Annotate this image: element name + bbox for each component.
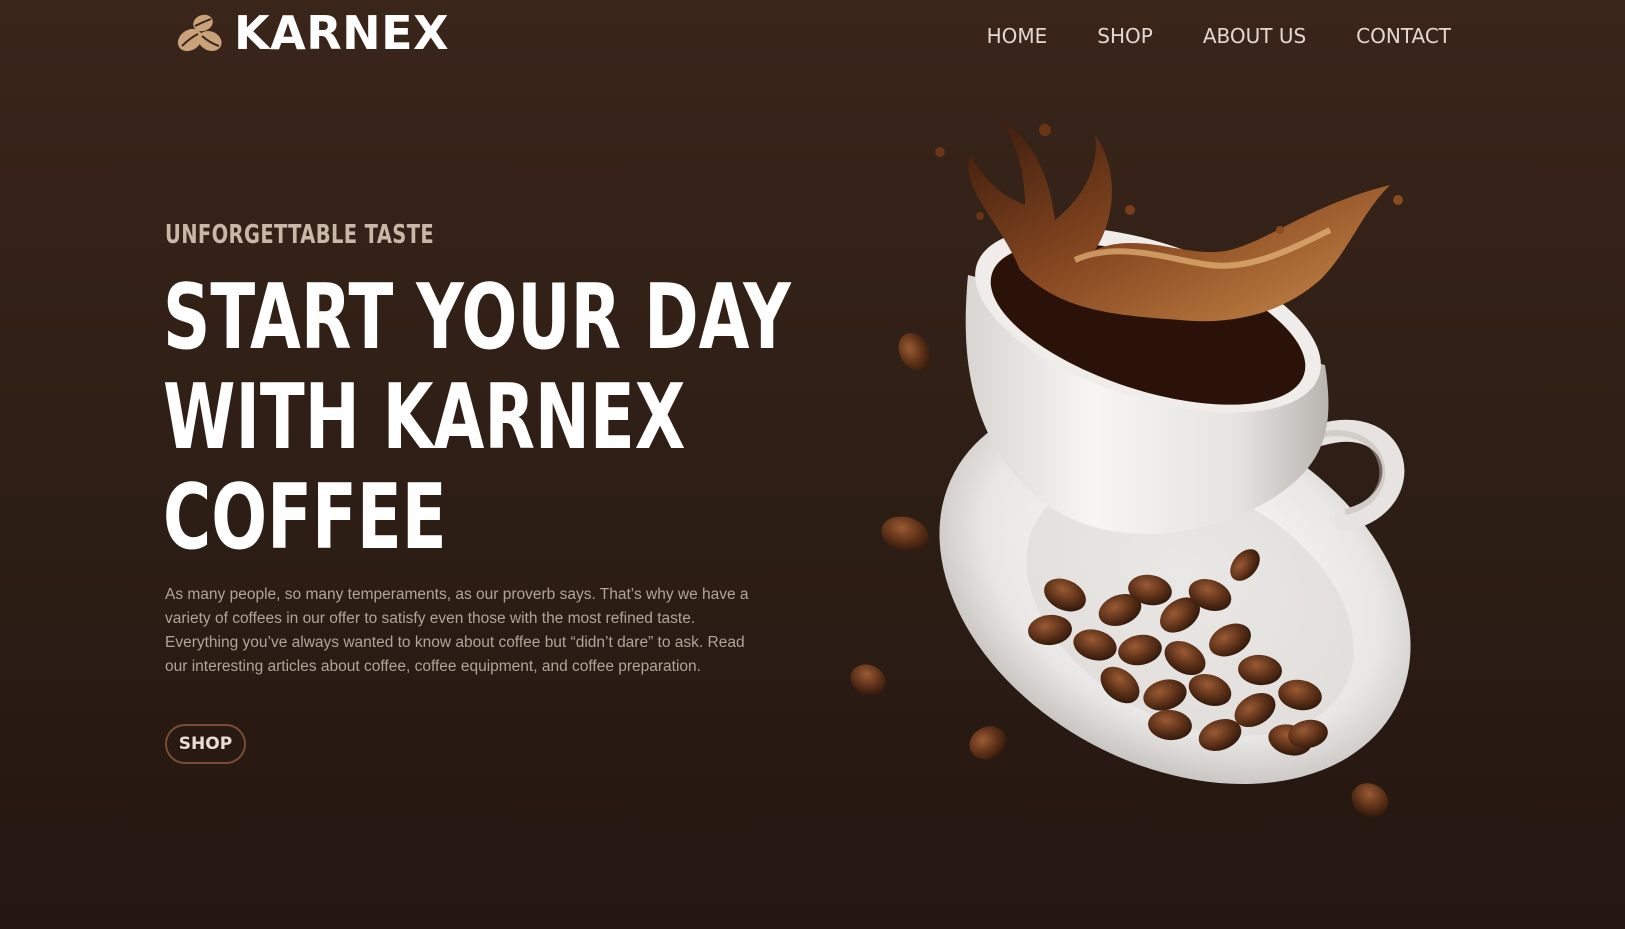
headline-line-1: START YOUR DAY bbox=[163, 265, 791, 370]
nav-home[interactable]: HOME bbox=[987, 22, 1048, 50]
coffee-beans-icon bbox=[177, 14, 222, 52]
main-nav: HOME SHOP ABOUT US CONTACT bbox=[987, 22, 1451, 50]
headline-line-2: WITH KARNEX bbox=[163, 365, 686, 470]
headline-line-3: COFFEE bbox=[163, 465, 447, 570]
site-header: KARNEX HOME SHOP ABOUT US CONTACT bbox=[0, 0, 1625, 75]
hero-eyebrow: UNFORGETTABLE TASTE bbox=[165, 220, 435, 250]
nav-about-us[interactable]: ABOUT US bbox=[1203, 22, 1306, 50]
brand-name: KARNEX bbox=[234, 6, 450, 60]
nav-contact[interactable]: CONTACT bbox=[1356, 22, 1451, 50]
coffee-cup-splash-illustration bbox=[850, 120, 1411, 817]
shop-button[interactable]: SHOP bbox=[165, 724, 246, 764]
brand-logo[interactable]: KARNEX bbox=[174, 8, 449, 58]
nav-shop[interactable]: SHOP bbox=[1097, 22, 1153, 50]
hero-description: As many people, so many temperaments, as… bbox=[165, 586, 749, 675]
hero-headline: START YOUR DAY WITH KARNEX COFFEE bbox=[163, 265, 791, 570]
